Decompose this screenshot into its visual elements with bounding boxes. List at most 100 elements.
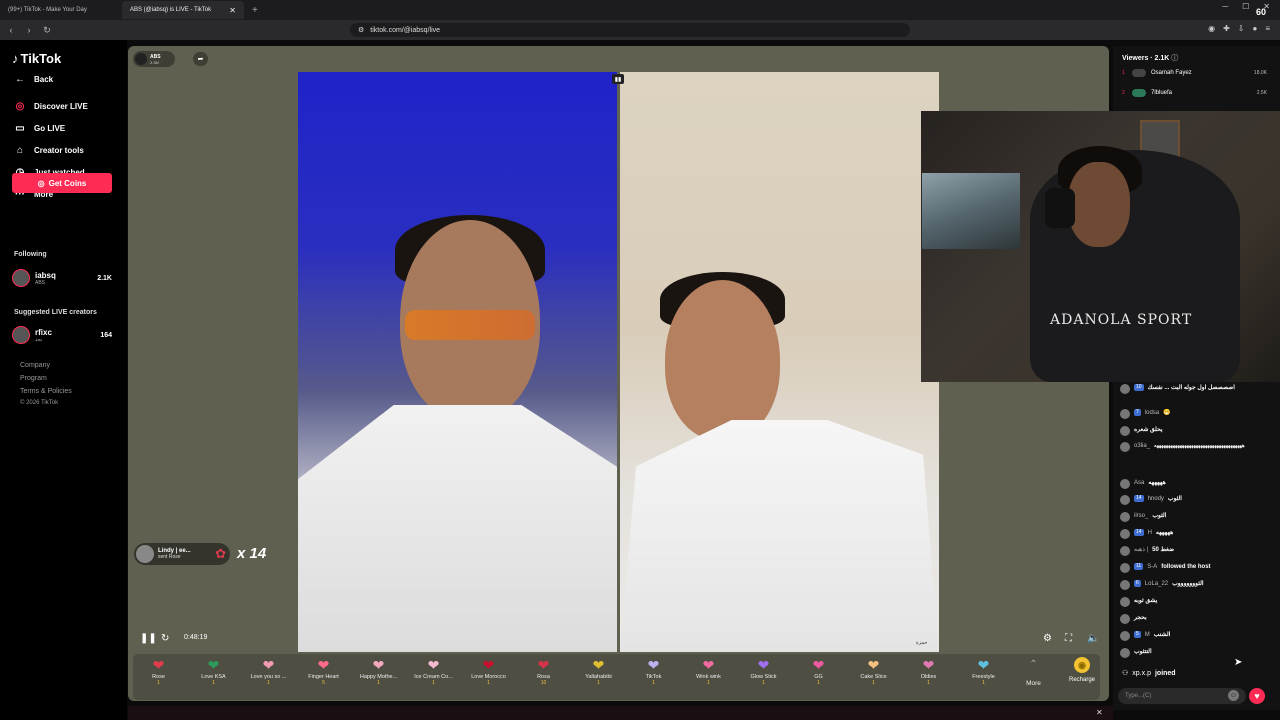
chat-message[interactable]: Asa هههههه [1120, 479, 1270, 489]
viewer-name: 7lbluefa [1151, 90, 1173, 96]
settings-icon[interactable]: ⚙ [1043, 633, 1052, 644]
gift-item[interactable]: ❤ Love Morocco 1 [461, 656, 516, 686]
account-sub: نجد [35, 336, 43, 343]
gift-item[interactable]: ❤ Yallahabibi 1 [571, 656, 626, 686]
chat-username[interactable]: H [1148, 529, 1152, 537]
chat-username[interactable]: Asa [1134, 479, 1144, 487]
chat-message[interactable]: التتثوب [1120, 648, 1270, 658]
gift-price: 10 [540, 680, 547, 686]
emoji-icon[interactable]: ☺ [1228, 690, 1239, 701]
chat-username[interactable]: lodsa [1145, 409, 1159, 417]
new-tab-icon[interactable]: + [244, 5, 266, 16]
suggested-account[interactable]: rfixc نجد 164 [12, 326, 112, 344]
gift-item[interactable]: ❤ Finger Heart 5 [296, 656, 351, 686]
gift-item[interactable]: ❤ Love you so ... 1 [241, 656, 296, 686]
gift-item[interactable]: ❤ Rosa 10 [516, 656, 571, 686]
puzzle-icon[interactable]: ✚ [1223, 24, 1230, 33]
chat-input[interactable]: Type...(C) [1118, 688, 1246, 704]
tab-title: (99+) TikTok - Make Your Day [8, 7, 87, 13]
chat-text: يحلق شعره [1134, 427, 1163, 433]
back-nav-icon[interactable]: ‹ [4, 25, 18, 35]
chat-message[interactable]: 6 LoLa_22 الثوووووووب [1120, 580, 1270, 590]
finger-heart-icon: ❤ [317, 657, 330, 673]
chat-message[interactable]: 7 lodsa 😁 [1120, 409, 1270, 419]
download-icon[interactable]: ⇩ [1238, 24, 1245, 33]
level-badge: 14 [1134, 495, 1144, 502]
gift-item[interactable]: ❤ Glow Stick 1 [736, 656, 791, 686]
host-badge[interactable]: ABS 2.3M [133, 51, 175, 67]
coin-icon: ◉ [1074, 657, 1090, 673]
url-field[interactable]: ⚙ tiktok.com/@iabsq/live [350, 23, 910, 37]
gift-item[interactable]: ❤ Happy Mothe... 1 [351, 656, 406, 686]
gift-item[interactable]: ❤ Freestyle 1 [956, 656, 1011, 686]
heart-icon[interactable]: ♥ [1249, 688, 1265, 704]
chat-username[interactable]: hnody [1148, 495, 1164, 503]
profile-icon[interactable]: ● [1252, 24, 1257, 33]
chat-avatar [1120, 563, 1130, 573]
chat-message[interactable]: ilrso_ الثوب [1120, 512, 1270, 522]
viewer-row[interactable]: 2 7lbluefa 2.5K [1122, 89, 1267, 97]
chat-message[interactable]: o3lia_ هههههههههههههههههههههههههههههههههه… [1120, 442, 1270, 452]
nav-go-live[interactable]: ▭ Go LIVE [14, 123, 65, 134]
nav-creator-tools[interactable]: ⌂ Creator tools [14, 145, 84, 156]
gift-item[interactable]: ❤ TikTok 1 [626, 656, 681, 686]
following-account[interactable]: iabsq ABS 2.1K [12, 269, 112, 287]
level-badge: 5 [1134, 631, 1141, 638]
chat-username[interactable]: ذهبه | [1134, 546, 1148, 554]
chat-message[interactable]: يشق ثوبه [1120, 597, 1270, 607]
nav-back[interactable]: ← Back [14, 74, 53, 85]
extension-icon[interactable]: ◉ [1208, 24, 1215, 33]
gift-price: 1 [157, 680, 160, 686]
volume-icon[interactable]: 🔈 [1087, 633, 1099, 644]
recharge-button[interactable]: ◉ Recharge [1062, 657, 1102, 683]
viewer-row[interactable]: 1 Osamah Fayez 18.0K [1122, 69, 1267, 77]
menu-icon[interactable]: ≡ [1265, 24, 1270, 33]
chat-message[interactable]: 14 H هههههه [1120, 529, 1270, 539]
chat-message[interactable]: 5 M الشنب [1120, 631, 1270, 641]
browser-tab-tiktok-home[interactable]: (99+) TikTok - Make Your Day [0, 1, 122, 19]
video-left-glasses [405, 310, 535, 340]
gift-item[interactable]: ❤ Love KSA 1 [186, 656, 241, 686]
close-tab-icon[interactable]: ✕ [229, 6, 236, 15]
viewers-heading[interactable]: Viewers · 2.1K ⓘ [1122, 53, 1178, 63]
share-icon[interactable]: ➦ [193, 52, 208, 66]
chat-message[interactable]: ذهبه | ضغط 50 [1120, 546, 1270, 556]
gift-item[interactable]: ❤ Cake Slice 1 [846, 656, 901, 686]
chat-username[interactable]: o3lia_ [1134, 442, 1150, 450]
minimize-icon[interactable]: ─ [1222, 2, 1228, 11]
close-icon[interactable]: ✕ [1096, 708, 1103, 717]
chat-username[interactable]: ilrso_ [1134, 512, 1148, 520]
gift-item[interactable]: ❤ GG 1 [791, 656, 846, 686]
viewers-title: Viewers · 2.1K [1122, 55, 1170, 62]
forward-nav-icon[interactable]: › [22, 25, 36, 35]
footer-company[interactable]: Company [20, 362, 50, 369]
chat-message[interactable]: 10 اصصصصل اول جوله البت ... نفسك [1120, 384, 1270, 394]
chat-message[interactable]: بحجر [1120, 614, 1270, 624]
gift-item[interactable]: ❤ Rose 1 [131, 656, 186, 686]
bottom-strip [128, 706, 1113, 720]
site-info-icon[interactable]: ⚙ [358, 26, 364, 34]
chat-username[interactable]: LoLa_22 [1145, 580, 1168, 588]
gift-price: 1 [817, 680, 820, 686]
address-bar: ‹ › ↻ ⚙ tiktok.com/@iabsq/live ◉ ✚ ⇩ ● ≡ [0, 20, 1280, 40]
maximize-icon[interactable]: ☐ [1242, 2, 1249, 11]
get-coins-button[interactable]: ◎ Get Coins [12, 173, 112, 193]
chat-message[interactable]: 14 hnody الثوب [1120, 495, 1270, 505]
refresh-stream-icon[interactable]: ↻ [161, 633, 169, 644]
nav-discover-live[interactable]: ◎ Discover LIVE [14, 101, 88, 112]
tiktok-logo[interactable]: ♪ TikTok [12, 51, 61, 66]
pause-icon[interactable]: ❚❚ [140, 633, 157, 644]
chat-message[interactable]: 11 S-A followed the host [1120, 563, 1270, 573]
footer-program[interactable]: Program [20, 375, 47, 382]
gift-more-button[interactable]: ⌃ More [1006, 656, 1061, 687]
reload-icon[interactable]: ↻ [40, 25, 54, 36]
fullscreen-icon[interactable]: ⛶ [1065, 633, 1072, 644]
browser-tab-live[interactable]: ABS (@iabsq) is LIVE - TikTok ✕ [122, 1, 244, 19]
footer-terms[interactable]: Terms & Policies [20, 388, 72, 395]
gift-item[interactable]: ❤ Ice Cream Co... 1 [406, 656, 461, 686]
gift-item[interactable]: ❤ Oldies 1 [901, 656, 956, 686]
chat-username[interactable]: S-A [1147, 563, 1157, 571]
gift-item[interactable]: ❤ Wink wink 1 [681, 656, 736, 686]
chat-username[interactable]: M [1145, 631, 1150, 639]
chat-message[interactable]: يحلق شعره [1120, 426, 1270, 436]
